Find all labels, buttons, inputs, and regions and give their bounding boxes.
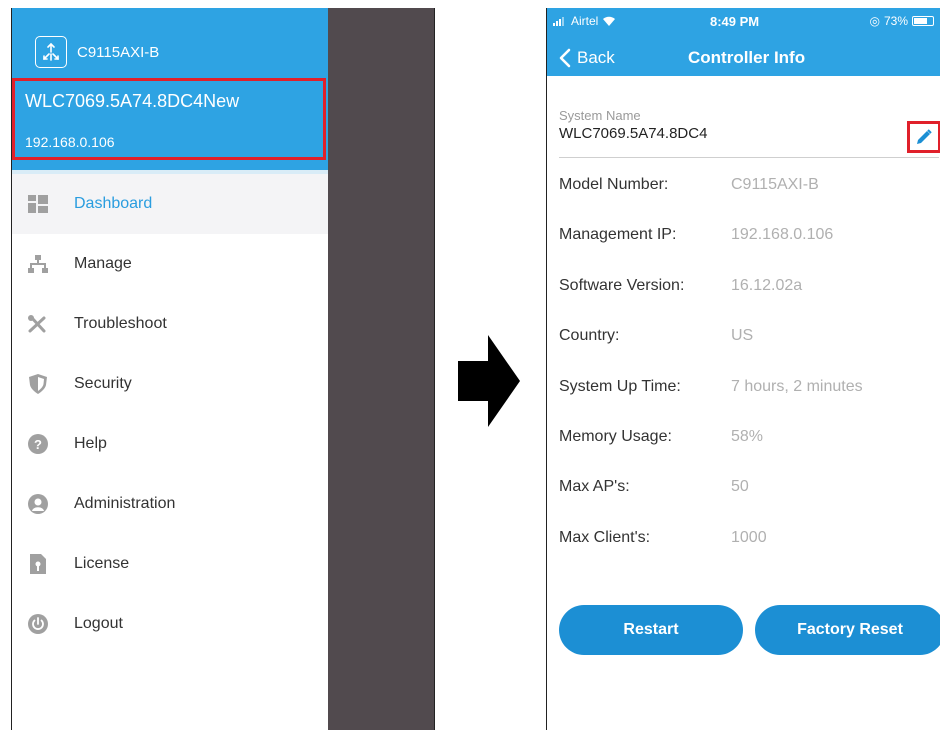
right-phone-screen: Airtel 8:49 PM ◎ 73% Back Controller Inf…	[546, 8, 940, 730]
info-label: Model Number:	[559, 176, 669, 193]
menu-item-administration[interactable]: Administration	[12, 474, 328, 534]
info-row-max-clients: Max Client's: 1000	[559, 529, 939, 579]
info-label: Max AP's:	[559, 478, 630, 496]
chevron-left-icon	[559, 48, 571, 68]
menu-label: Troubleshoot	[74, 315, 167, 332]
info-label: Management IP:	[559, 226, 677, 244]
status-carrier: Airtel	[553, 14, 616, 28]
power-icon	[27, 613, 49, 635]
controller-name: WLC7069.5A74.8DC4New	[25, 91, 240, 111]
menu-label: Dashboard	[74, 195, 153, 212]
help-icon: ?	[27, 433, 49, 455]
info-value: 50	[731, 478, 749, 496]
menu-label: Logout	[74, 615, 123, 632]
info-value: 58%	[731, 427, 764, 445]
info-value: 1000	[731, 528, 767, 546]
back-label: Back	[577, 48, 615, 67]
orientation-lock-icon: ◎	[869, 14, 880, 28]
system-name-value: WLC7069.5A74.8DC4	[559, 125, 708, 142]
status-time: 8:49 PM	[710, 14, 760, 29]
status-battery: ◎ 73%	[869, 14, 934, 28]
admin-user-icon	[27, 493, 49, 515]
menu-item-troubleshoot[interactable]: Troubleshoot	[12, 294, 328, 354]
menu-label: Manage	[74, 255, 132, 272]
battery-percent: 73%	[883, 14, 908, 28]
info-label: Software Version:	[559, 276, 685, 294]
back-button[interactable]: Back	[559, 48, 615, 68]
app-model-label: C9115AXI-B	[77, 43, 160, 61]
menu-item-license[interactable]: License	[12, 534, 328, 594]
menu-label: Help	[74, 435, 107, 452]
menu-item-manage[interactable]: Manage	[12, 234, 328, 294]
menu-label: License	[74, 555, 130, 572]
controller-info-list: Model Number: C9115AXI-B Management IP: …	[559, 176, 939, 579]
dashboard-icon	[27, 193, 49, 215]
menu-item-security[interactable]: Security	[12, 354, 328, 414]
field-underline	[559, 157, 939, 158]
page-title: Controller Info	[688, 48, 806, 67]
info-value: 16.12.02a	[731, 276, 803, 294]
right-arrow-icon	[458, 335, 520, 427]
menu-label: Administration	[74, 495, 176, 512]
menu-item-dashboard[interactable]: Dashboard	[12, 174, 328, 234]
info-row-uptime: System Up Time: 7 hours, 2 minutes	[559, 378, 939, 428]
drawer-menu: Dashboard Manage Troubleshoot Security ?…	[12, 174, 328, 654]
info-label: Memory Usage:	[559, 427, 672, 445]
tools-icon	[27, 313, 49, 335]
signal-icon	[553, 16, 564, 26]
carrier-name: Airtel	[571, 14, 599, 28]
info-row-model: Model Number: C9115AXI-B	[559, 176, 939, 226]
pencil-icon	[917, 129, 932, 144]
factory-reset-button[interactable]: Factory Reset	[755, 605, 940, 655]
info-value: US	[731, 327, 754, 345]
hierarchy-icon	[27, 253, 49, 275]
drawer-scrim-overlay[interactable]	[328, 8, 434, 730]
restart-button[interactable]: Restart	[559, 605, 743, 655]
info-row-max-aps: Max AP's: 50	[559, 478, 939, 528]
wifi-icon	[603, 16, 616, 26]
info-value: C9115AXI-B	[731, 176, 819, 193]
menu-item-help[interactable]: ? Help	[12, 414, 328, 474]
info-value: 7 hours, 2 minutes	[731, 377, 863, 395]
info-row-country: Country: US	[559, 327, 939, 377]
license-file-icon	[27, 553, 49, 575]
controller-ip: 192.168.0.106	[25, 134, 115, 150]
info-label: Country:	[559, 327, 620, 345]
info-value: 192.168.0.106	[731, 226, 834, 244]
navigation-drawer: C9115AXI-B WLC7069.5A74.8DC4New 192.168.…	[12, 8, 328, 730]
info-row-management-ip: Management IP: 192.168.0.106	[559, 226, 939, 276]
left-phone-screen: C9115AXI-B WLC7069.5A74.8DC4New 192.168.…	[11, 8, 435, 730]
system-name-field: System Name WLC7069.5A74.8DC4	[559, 108, 929, 142]
controller-highlight-box: WLC7069.5A74.8DC4New 192.168.0.106	[12, 78, 326, 160]
navigation-bar: Airtel 8:49 PM ◎ 73% Back Controller Inf…	[547, 8, 940, 76]
info-row-memory-usage: Memory Usage: 58%	[559, 428, 939, 478]
info-row-software-version: Software Version: 16.12.02a	[559, 277, 939, 327]
system-name-label: System Name	[559, 108, 641, 123]
edit-system-name-button[interactable]	[907, 121, 940, 153]
access-point-logo-icon	[35, 36, 67, 68]
shield-icon	[27, 373, 49, 395]
menu-label: Security	[74, 375, 132, 392]
drawer-header: C9115AXI-B WLC7069.5A74.8DC4New 192.168.…	[12, 8, 328, 170]
battery-icon	[912, 16, 934, 26]
app-identity: C9115AXI-B	[35, 36, 159, 68]
menu-item-logout[interactable]: Logout	[12, 594, 328, 654]
info-label: System Up Time:	[559, 377, 681, 395]
info-label: Max Client's:	[559, 528, 651, 546]
svg-text:?: ?	[34, 437, 42, 452]
